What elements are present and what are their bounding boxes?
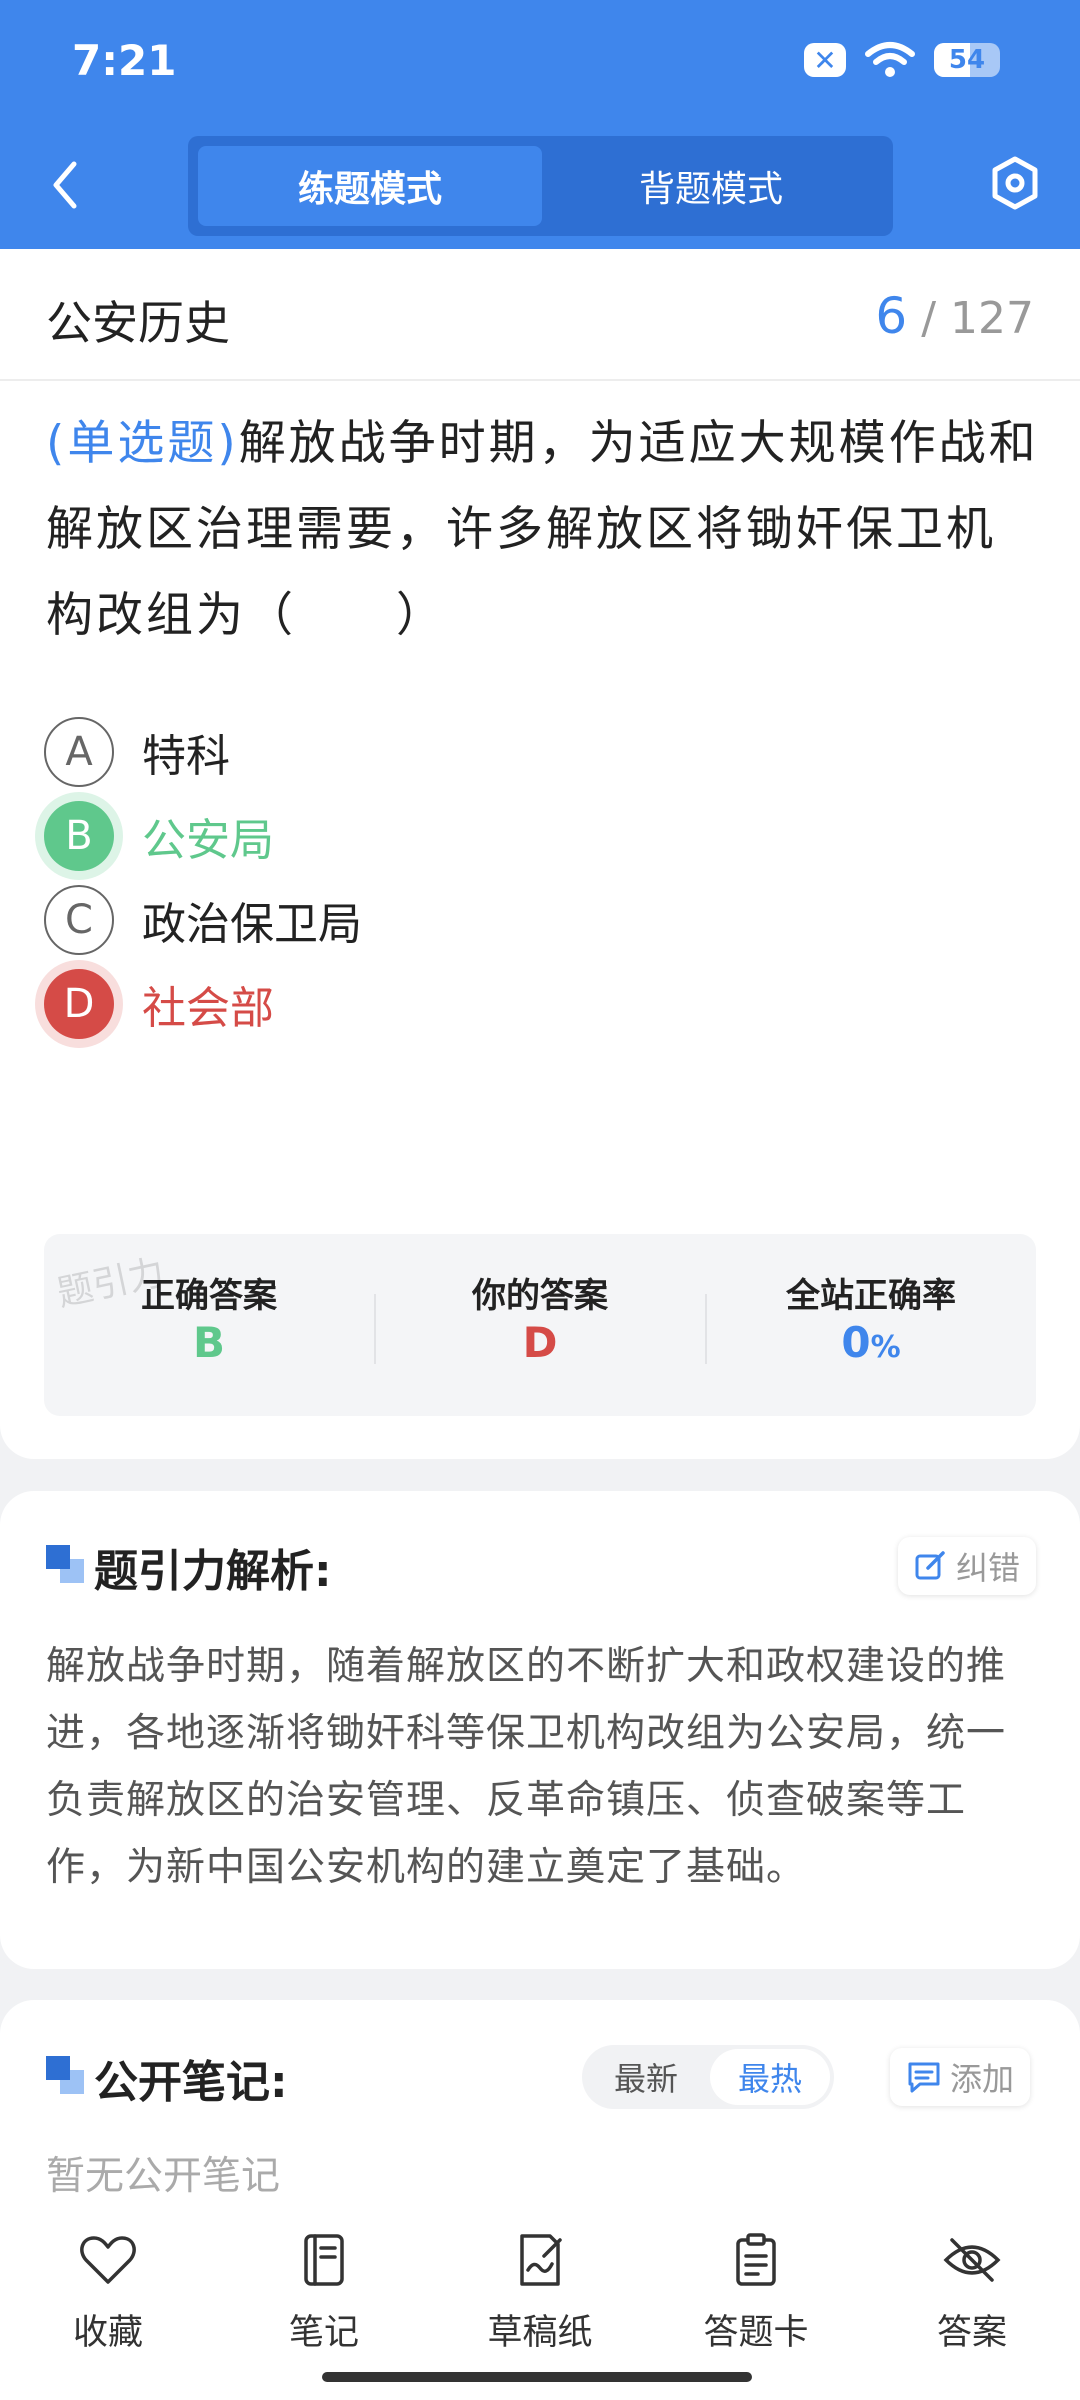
no-sim-icon: ✕ <box>804 43 846 77</box>
battery-level: 54 <box>948 45 986 75</box>
show-answer-label: 答案 <box>936 2313 1007 2353</box>
eye-off-icon <box>943 2238 1001 2282</box>
sort-newest[interactable]: 最新 <box>586 2049 706 2105</box>
site-rate-unit: % <box>870 1330 901 1365</box>
current-index: 6 <box>875 287 908 345</box>
analysis-text: 解放战争时期，随着解放区的不断扩大和政权建设的推进，各地逐渐将锄奸科等保卫机构改… <box>46 1644 1007 1890</box>
add-note-label: 添加 <box>950 2060 1015 2098</box>
tab-practice-mode[interactable]: 练题模式 <box>198 146 542 226</box>
comment-icon <box>908 2062 940 2093</box>
answer-sheet-label: 答题卡 <box>703 2313 809 2353</box>
question-text: (单选题)解放战争时期，为适应大规模作战和解放区治理需要，许多解放区将锄奸保卫机… <box>46 401 1041 659</box>
section-icon <box>46 1545 84 1583</box>
home-indicator[interactable] <box>322 2372 752 2382</box>
status-icons: ✕ 54 <box>804 40 1000 80</box>
empty-notes-text: 暂无公开笔记 <box>46 2154 281 2199</box>
option-b-text: 公安局 <box>142 815 274 866</box>
question-type: (单选题) <box>46 416 239 471</box>
site-rate-value: 0% <box>706 1318 1036 1367</box>
favorite-button[interactable]: 收藏 <box>28 2230 188 2355</box>
edit-icon <box>915 1551 945 1580</box>
analysis-card: 题引力解析: 纠错 解放战争时期，随着解放区的不断扩大和政权建设的推进，各地逐渐… <box>0 1491 1080 1969</box>
option-d[interactable]: D 社会部 <box>44 967 274 1041</box>
tab-recite-mode[interactable]: 背题模式 <box>539 146 883 226</box>
notes-sort-toggle: 最新 最热 <box>582 2045 834 2109</box>
settings-hex-icon[interactable] <box>990 155 1040 211</box>
your-answer-label: 你的答案 <box>472 1276 608 1316</box>
option-d-letter: D <box>44 969 114 1039</box>
site-rate-col: 全站正确率 0% <box>706 1234 1036 1416</box>
option-b-letter: B <box>44 801 114 871</box>
question-card: 公安历史 6 / 127 (单选题)解放战争时期，为适应大规模作战和解放区治理需… <box>0 249 1080 1459</box>
option-c-letter: C <box>44 885 114 955</box>
favorite-label: 收藏 <box>72 2313 143 2353</box>
battery-icon: 54 <box>934 43 1000 77</box>
show-answer-button[interactable]: 答案 <box>892 2230 1052 2355</box>
option-c-text: 政治保卫局 <box>142 899 362 950</box>
site-rate-number: 0 <box>841 1318 871 1367</box>
bottom-toolbar: 收藏 笔记 草稿纸 答题卡 答案 <box>0 2200 1080 2400</box>
wifi-icon <box>865 42 915 77</box>
question-title-row: 公安历史 6 / 127 <box>0 249 1080 381</box>
report-error-button[interactable]: 纠错 <box>898 1537 1037 1595</box>
answer-summary: 正确答案 B 你的答案 D 全站正确率 0% <box>44 1234 1036 1416</box>
section-icon <box>46 2056 84 2094</box>
draft-button[interactable]: 草稿纸 <box>460 2230 620 2355</box>
notes-title: 公开笔记: <box>94 2057 288 2108</box>
top-header: 7:21 ✕ 54 练题模式 背题模式 <box>0 0 1080 249</box>
option-c[interactable]: C 政治保卫局 <box>44 883 362 957</box>
notebook-icon <box>304 2234 344 2286</box>
correct-answer-value: B <box>192 1318 225 1367</box>
option-a-text: 特科 <box>142 731 230 782</box>
clipboard-icon <box>736 2233 776 2286</box>
notes-label: 笔记 <box>288 2313 359 2353</box>
draft-label: 草稿纸 <box>487 2313 593 2353</box>
option-a[interactable]: A 特科 <box>44 715 230 789</box>
option-b[interactable]: B 公安局 <box>44 799 274 873</box>
total-count: 127 <box>950 293 1034 344</box>
draft-icon <box>520 2234 562 2286</box>
answer-sheet-button[interactable]: 答题卡 <box>676 2230 836 2355</box>
heart-icon <box>80 2236 136 2284</box>
your-answer-col: 你的答案 D <box>375 1234 705 1416</box>
progress-separator: / <box>921 293 937 344</box>
report-error-label: 纠错 <box>956 1549 1021 1587</box>
option-a-letter: A <box>44 717 114 787</box>
site-rate-label: 全站正确率 <box>786 1276 956 1316</box>
add-note-button[interactable]: 添加 <box>890 2048 1031 2106</box>
back-arrow-icon[interactable] <box>40 150 90 220</box>
status-time: 7:21 <box>72 36 177 85</box>
option-d-text: 社会部 <box>142 983 274 1034</box>
sort-hottest[interactable]: 最热 <box>710 2049 830 2105</box>
question-progress: 6 / 127 <box>875 287 1034 345</box>
your-answer-value: D <box>522 1318 558 1367</box>
subject-title: 公安历史 <box>46 296 230 350</box>
mode-switch: 练题模式 背题模式 <box>188 136 893 236</box>
notes-button[interactable]: 笔记 <box>244 2230 404 2355</box>
analysis-title: 题引力解析: <box>94 1546 332 1597</box>
